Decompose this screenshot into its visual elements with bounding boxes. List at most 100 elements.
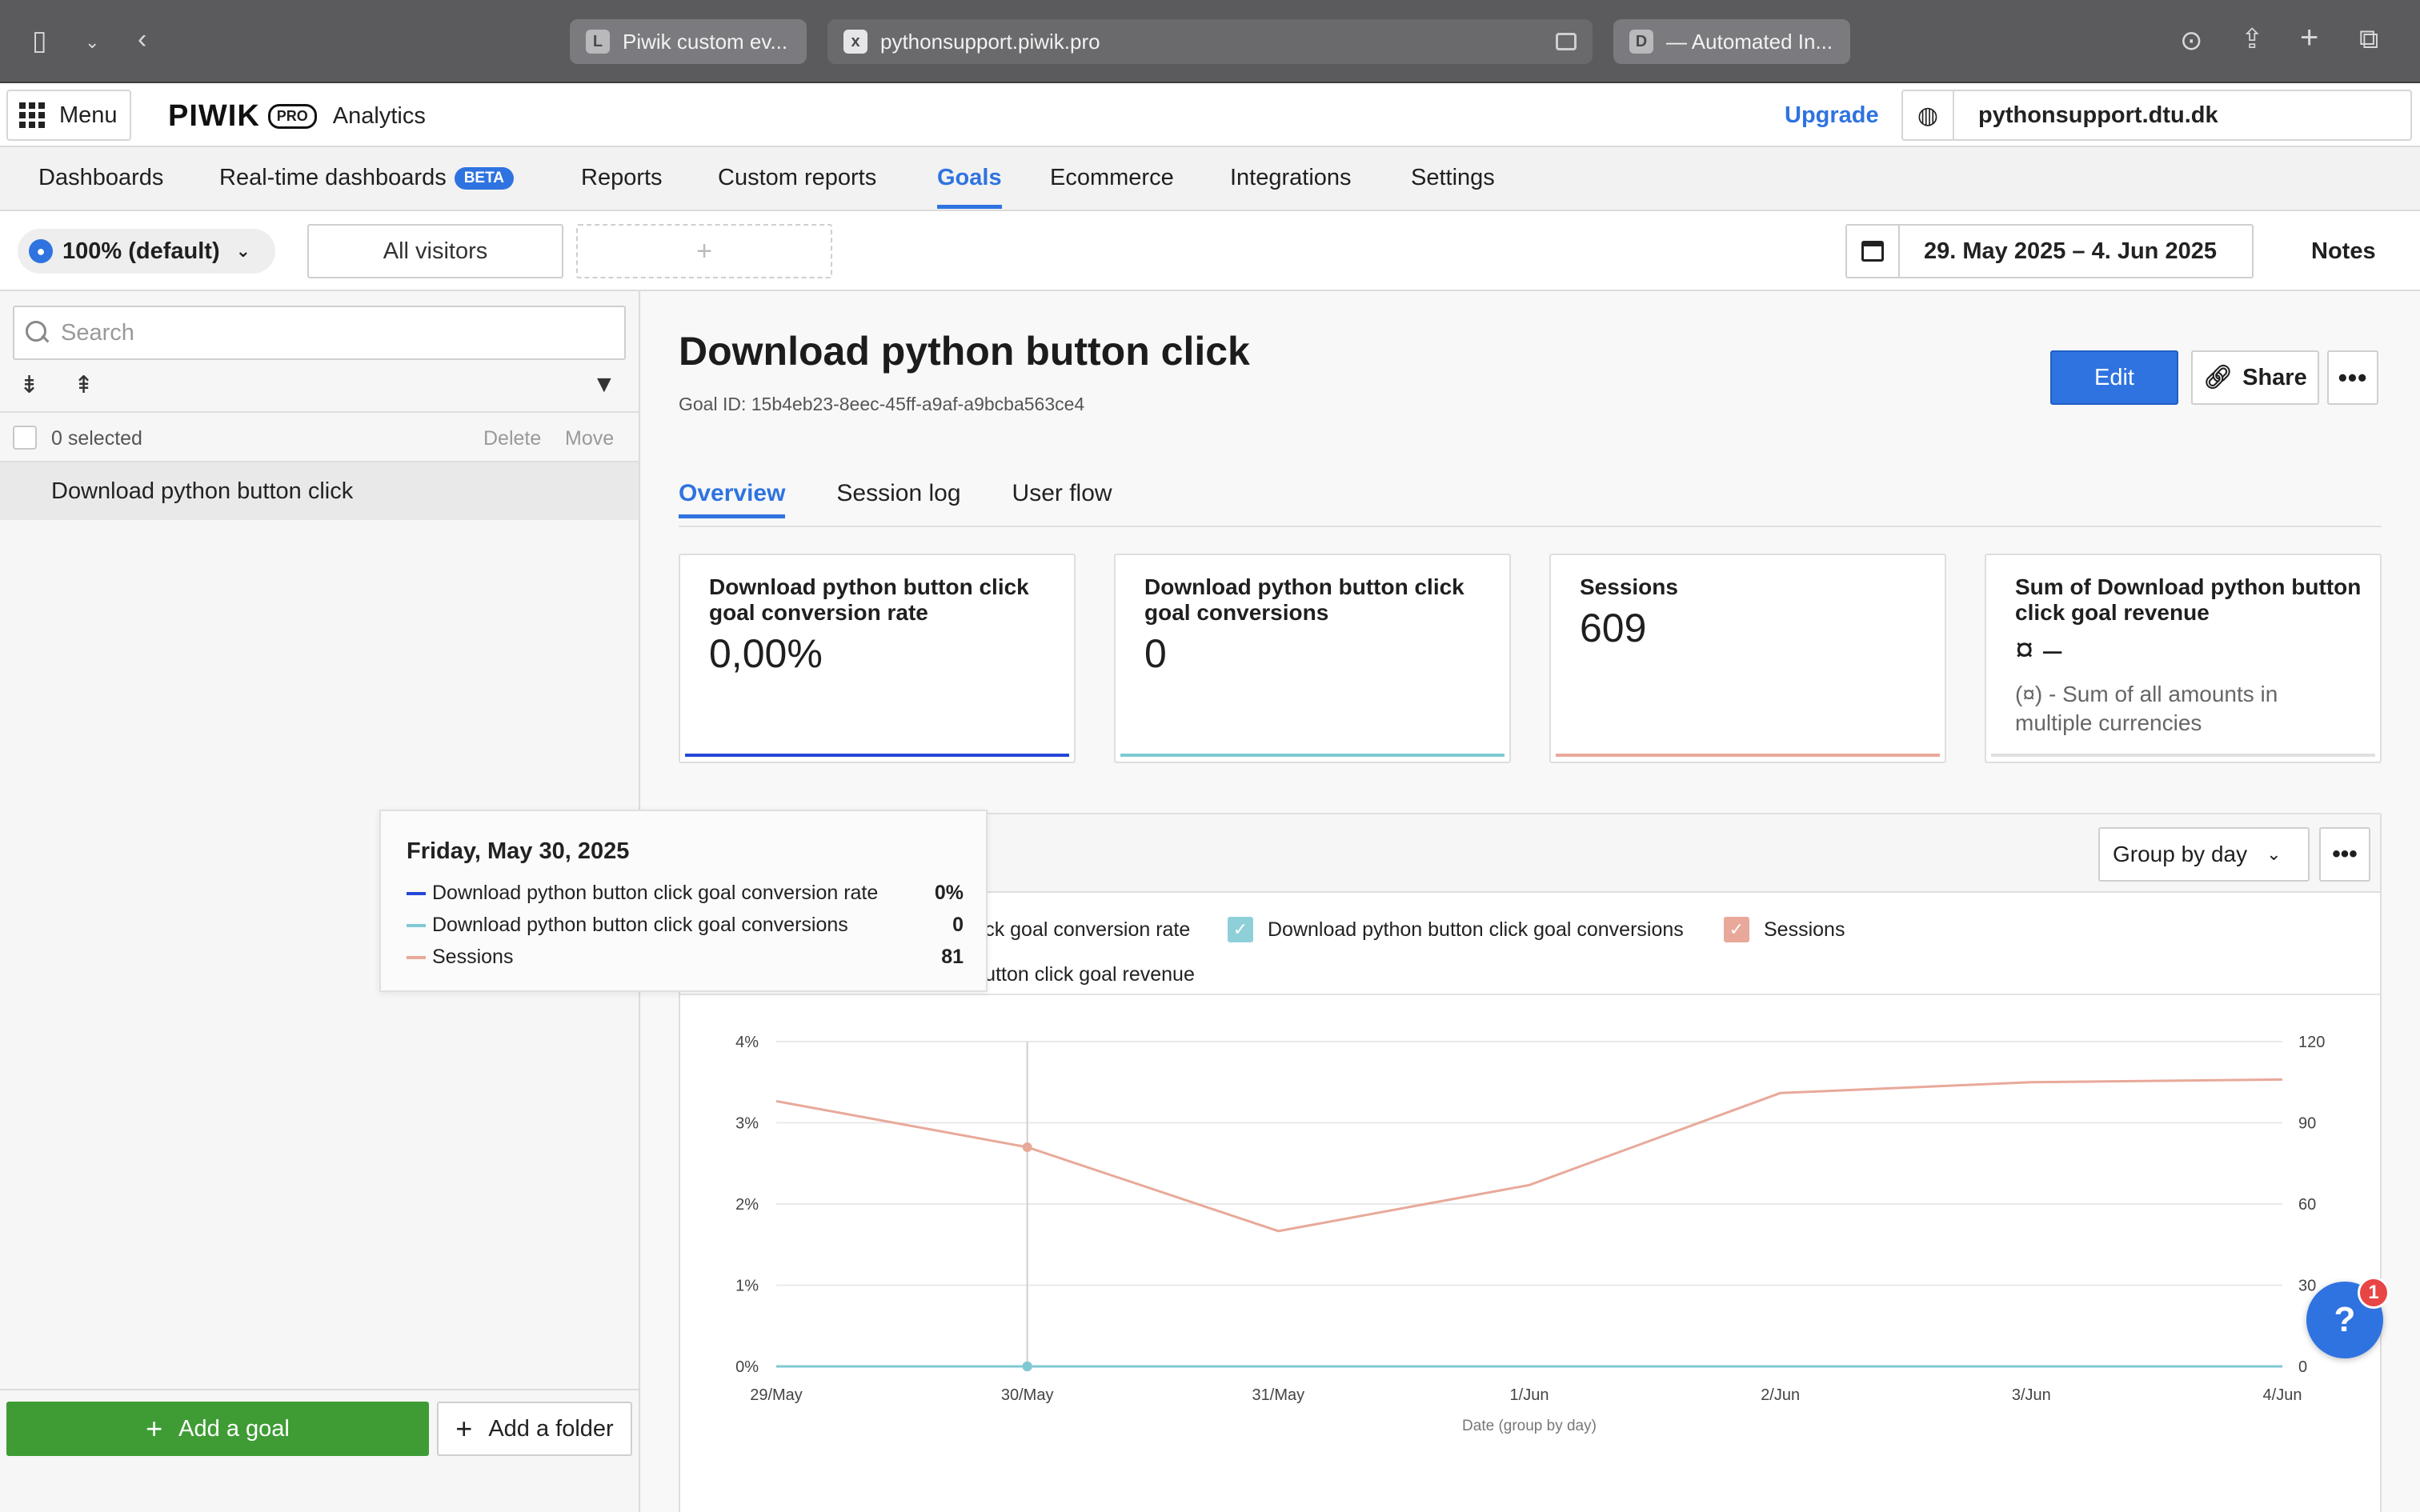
tab-user-flow[interactable]: User flow <box>1012 480 1112 518</box>
tooltip-series: Sessions <box>432 946 514 968</box>
sidebar-icon[interactable]: ▯ <box>32 27 47 54</box>
x-tick-label: 31/May <box>1252 1386 1305 1404</box>
tab-overview-icon[interactable]: ⧉ <box>2359 26 2378 53</box>
back-icon[interactable]: ‹ <box>138 26 146 53</box>
nav-goals[interactable]: Goals <box>937 165 1002 209</box>
more-options-button[interactable]: ••• <box>2327 350 2378 405</box>
apps-grid-icon <box>19 102 45 128</box>
kpi-color-bar <box>1991 754 2375 757</box>
series-swatch <box>407 891 426 895</box>
app-header: Menu PIWIK PRO Analytics Upgrade ◍ pytho… <box>0 83 2420 147</box>
kpi-card-revenue[interactable]: Sum of Download python button click goal… <box>1985 554 2382 763</box>
legend-checkbox[interactable]: ✓ <box>1724 917 1749 942</box>
upgrade-link[interactable]: Upgrade <box>1785 102 1879 129</box>
y-left-tick-label: 3% <box>735 1115 759 1133</box>
menu-button[interactable]: Menu <box>6 90 131 141</box>
reader-icon[interactable] <box>1556 33 1577 50</box>
browser-tab-active[interactable]: x pythonsupport.piwik.pro <box>827 19 1593 64</box>
x-tick-label: 30/May <box>1001 1386 1054 1404</box>
legend-item-conversions[interactable]: ✓ Download python button click goal conv… <box>1228 917 1684 942</box>
date-range-label: 29. May 2025 – 4. Jun 2025 <box>1924 238 2217 264</box>
filter-bar: ● 100% (default) ⌄ All visitors + 29. Ma… <box>0 211 2420 291</box>
y-right-tick-label: 30 <box>2298 1278 2316 1295</box>
piwik-pro-logo[interactable]: PIWIK PRO Analytics <box>168 99 426 134</box>
kpi-label: Download python button click goal conver… <box>1144 574 1464 625</box>
kpi-card-conversion-rate[interactable]: Download python button click goal conver… <box>679 554 1076 763</box>
collapse-all-icon[interactable]: ⇟ <box>19 371 39 399</box>
sampling-selector[interactable]: ● 100% (default) ⌄ <box>18 229 275 274</box>
add-segment-button[interactable]: + <box>576 224 832 278</box>
nav-realtime-dashboards[interactable]: Real-time dashboards BETA <box>219 165 515 191</box>
series-line-sessions <box>775 1078 2283 1233</box>
x-axis-label: Date (group by day) <box>1462 1418 1597 1434</box>
kpi-value: ¤ – <box>2015 630 2062 668</box>
goal-list-item[interactable]: Download python button click <box>0 462 639 520</box>
tab-favicon: x <box>843 30 867 54</box>
expand-all-icon[interactable]: ⇞ <box>74 371 94 399</box>
kpi-label: Download python button click goal conver… <box>709 574 1029 625</box>
nav-integrations[interactable]: Integrations <box>1230 165 1352 191</box>
delete-button[interactable]: Delete <box>483 427 541 450</box>
browser-tab[interactable]: D — Automated In... <box>1613 19 1850 64</box>
x-tick-label: 1/Jun <box>1510 1386 1549 1404</box>
chevron-down-icon[interactable]: ⌄ <box>85 29 99 56</box>
goal-id: Goal ID: 15b4eb23-8eec-45ff-a9af-a9bcba5… <box>679 394 1085 414</box>
kpi-label: Sum of Download python button click goal… <box>2015 574 2362 625</box>
x-tick-label: 2/Jun <box>1761 1386 1800 1404</box>
kpi-color-bar <box>1120 754 1504 757</box>
tooltip-value: 81 <box>941 946 964 968</box>
legend-checkbox[interactable]: ✓ <box>1228 917 1253 942</box>
search-input[interactable]: Search <box>13 306 626 360</box>
plus-icon: + <box>146 1412 163 1445</box>
nav-reports[interactable]: Reports <box>581 165 663 191</box>
browser-tab[interactable]: L Piwik custom ev... <box>570 19 807 64</box>
nav-ecommerce[interactable]: Ecommerce <box>1050 165 1174 191</box>
y-right-tick-label: 0 <box>2298 1358 2307 1376</box>
tooltip-row: Download python button click goal conver… <box>407 914 964 937</box>
selection-row: 0 selected Delete Move <box>0 411 639 462</box>
kpi-color-bar <box>1556 754 1940 757</box>
tooltip-value: 0% <box>934 882 964 904</box>
move-button[interactable]: Move <box>565 427 614 450</box>
nav-custom-reports[interactable]: Custom reports <box>718 165 876 191</box>
select-all-checkbox[interactable] <box>13 426 37 450</box>
tab-title: pythonsupport.piwik.pro <box>880 29 1100 54</box>
legend-item-sessions[interactable]: ✓ Sessions <box>1724 917 1845 942</box>
chart-tooltip: Friday, May 30, 2025 Download python but… <box>379 810 988 992</box>
nav-dashboards[interactable]: Dashboards <box>38 165 163 191</box>
tooltip-value: 0 <box>952 914 964 936</box>
site-selector[interactable]: ◍ pythonsupport.dtu.dk <box>1901 90 2412 141</box>
beta-badge: BETA <box>454 167 515 190</box>
browser-toolbar: ▯ ⌄ ‹ L Piwik custom ev... x pythonsuppo… <box>0 0 2420 83</box>
share-button[interactable]: 🔗︎ Share <box>2191 350 2319 405</box>
filter-icon[interactable]: ▼ <box>592 371 616 398</box>
y-left-tick-label: 4% <box>735 1034 759 1051</box>
add-goal-button[interactable]: + Add a goal <box>6 1402 429 1456</box>
kpi-card-conversions[interactable]: Download python button click goal conver… <box>1114 554 1511 763</box>
group-by-select[interactable]: Group by day ⌄ <box>2098 827 2310 882</box>
segment-all-visitors[interactable]: All visitors <box>307 224 563 278</box>
globe-icon: ◍ <box>1903 91 1954 139</box>
share-icon[interactable]: ⇪ <box>2241 26 2264 53</box>
nav-settings[interactable]: Settings <box>1411 165 1495 191</box>
kpi-value: 0,00% <box>709 631 823 676</box>
download-icon[interactable]: ⊙ <box>2180 27 2203 54</box>
date-range-picker[interactable]: 29. May 2025 – 4. Jun 2025 <box>1845 224 2254 278</box>
tab-title: Piwik custom ev... <box>623 29 788 54</box>
tab-session-log[interactable]: Session log <box>836 480 960 518</box>
hover-point-download-python-button-click-goal-conversions <box>1022 1362 1032 1371</box>
y-right-tick-label: 60 <box>2298 1196 2316 1214</box>
chart-more-button[interactable]: ••• <box>2319 827 2370 882</box>
sessions-line-chart[interactable]: 0% 0 1% 30 2% 60 3% 90 4% 120 29/May 30/May 31/May 1/… <box>680 997 2380 1512</box>
add-folder-label: Add a folder <box>488 1415 614 1442</box>
tooltip-row: Download python button click goal conver… <box>407 882 964 905</box>
kpi-card-sessions[interactable]: Sessions 609 <box>1549 554 1946 763</box>
tab-overview[interactable]: Overview <box>679 480 786 518</box>
notes-button[interactable]: Notes <box>2311 238 2376 265</box>
sampling-label: 100% (default) <box>62 238 220 264</box>
add-folder-button[interactable]: + Add a folder <box>437 1402 632 1456</box>
tab-favicon: D <box>1629 30 1653 54</box>
site-name: pythonsupport.dtu.dk <box>1978 102 2218 128</box>
new-tab-icon[interactable]: + <box>2300 22 2318 54</box>
edit-button[interactable]: Edit <box>2050 350 2178 405</box>
